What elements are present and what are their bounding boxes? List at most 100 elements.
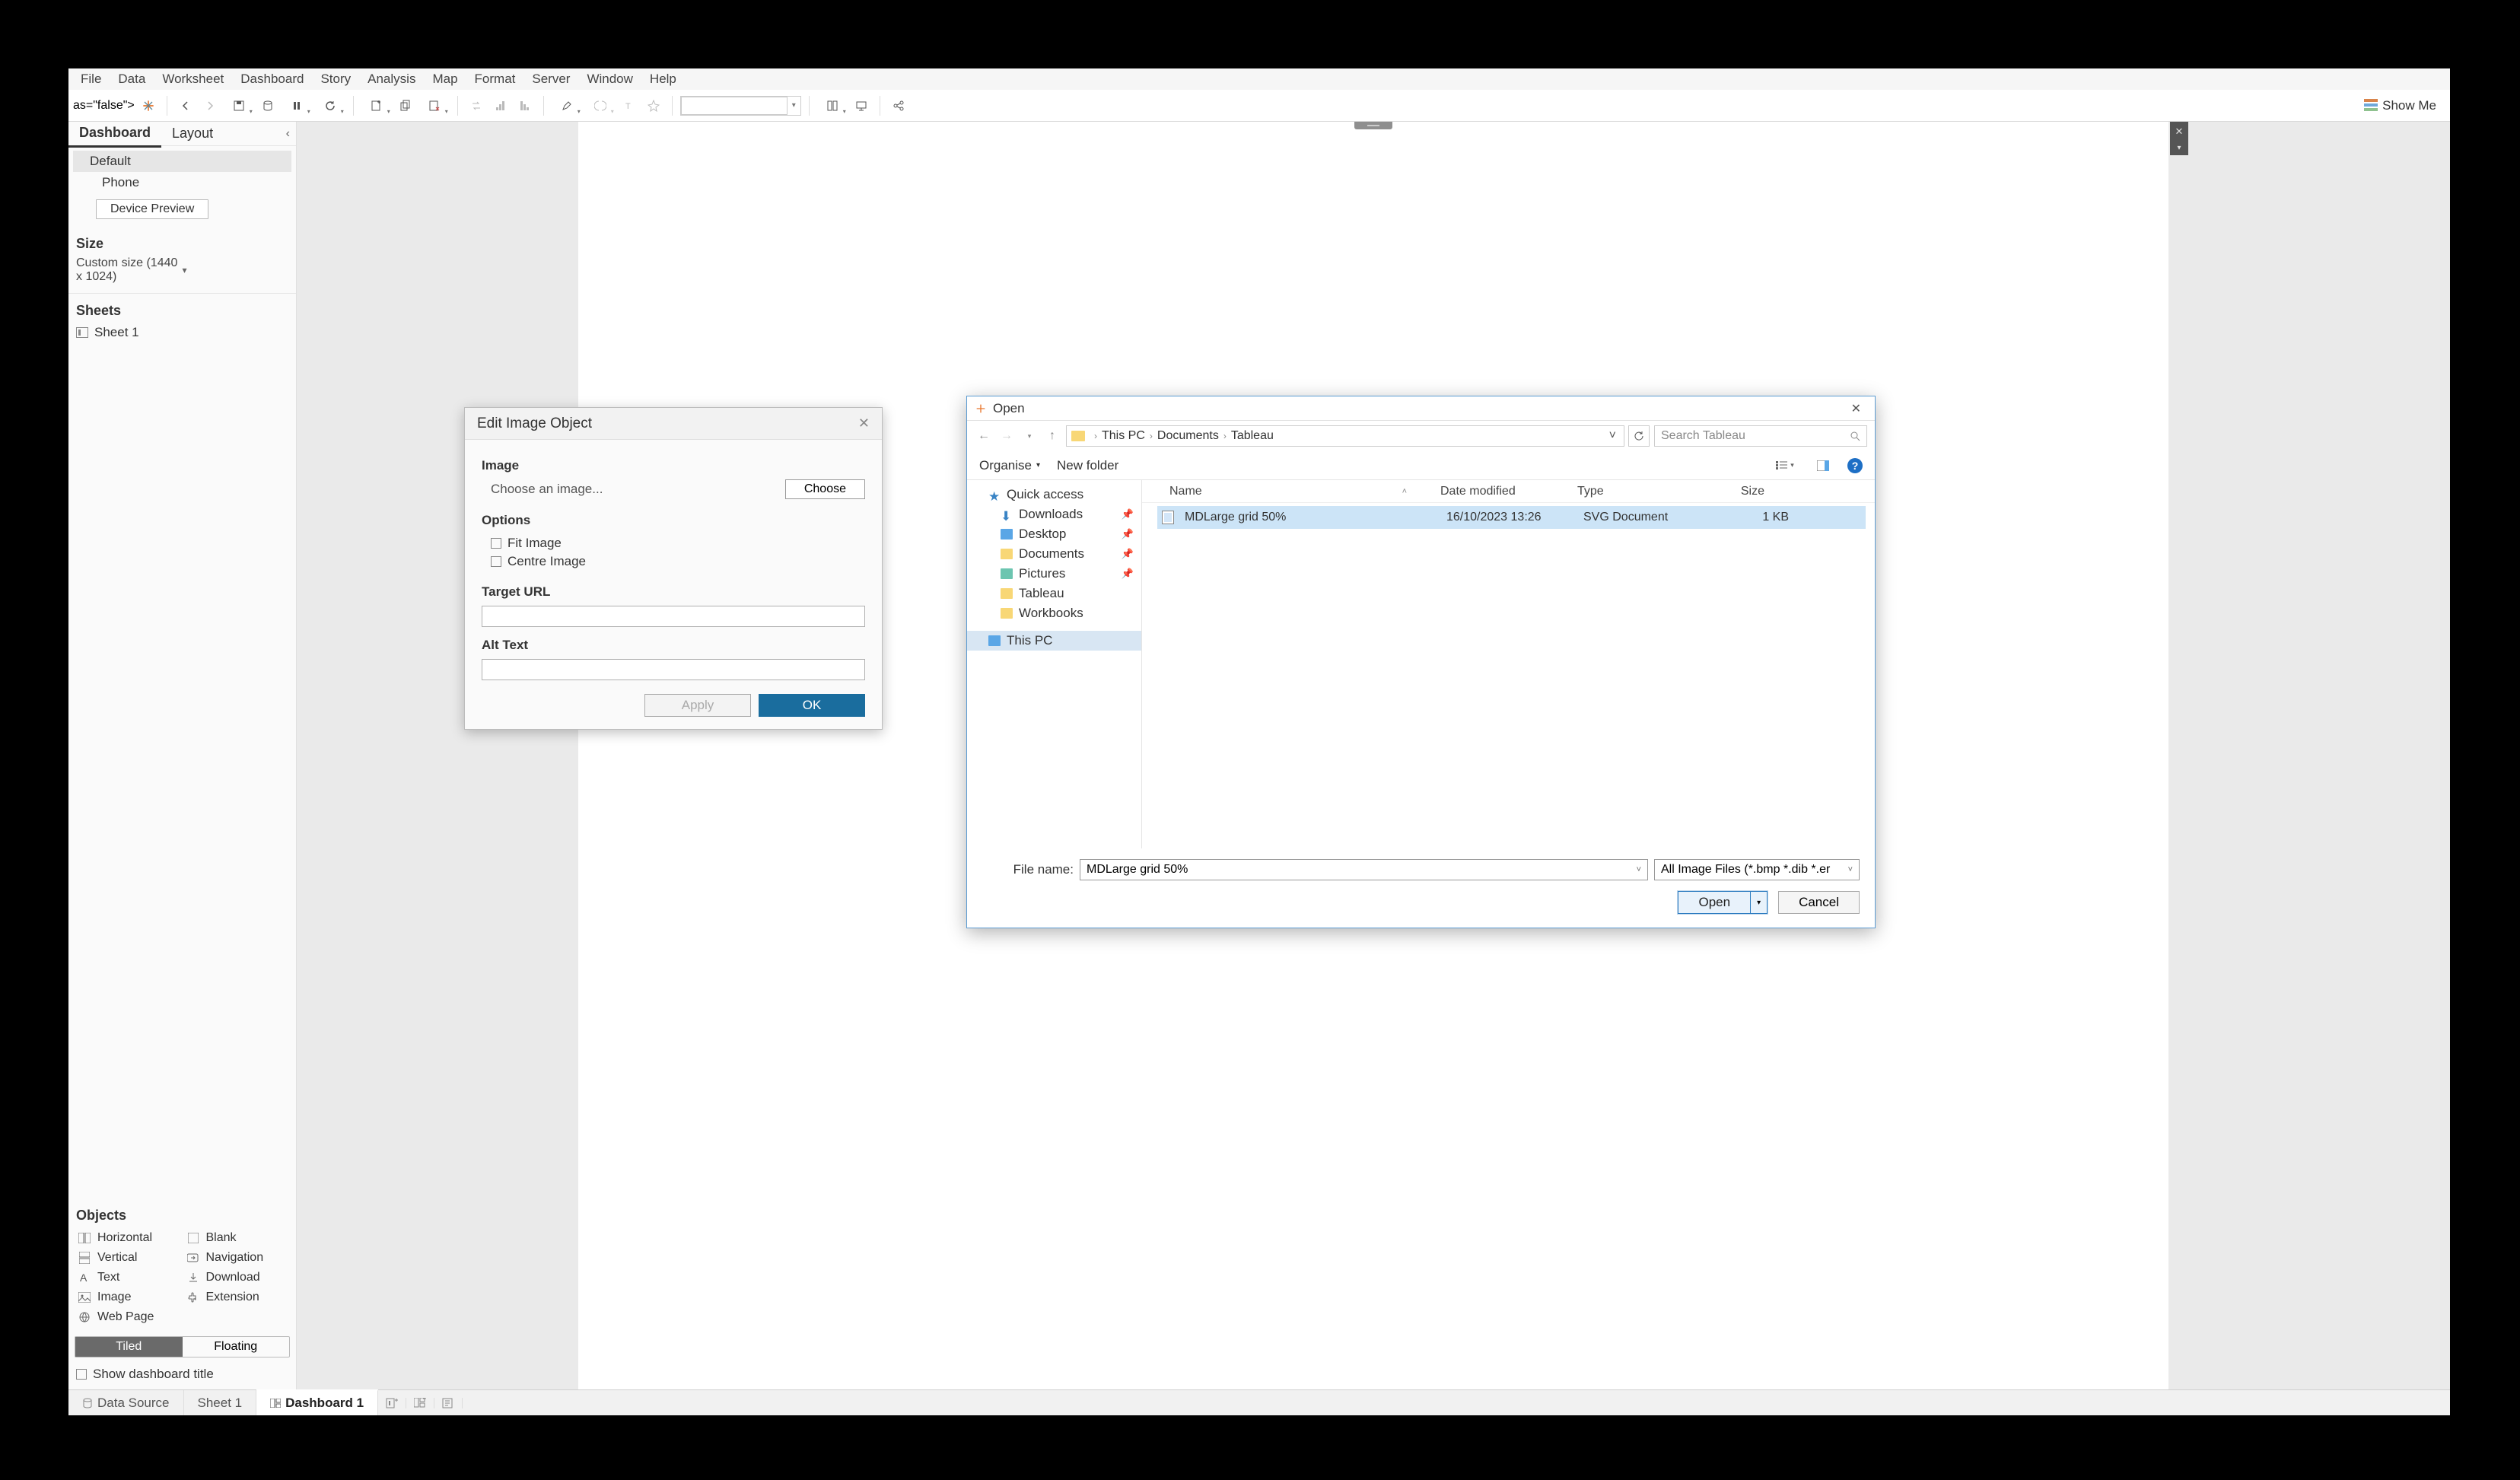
tree-this-pc[interactable]: This PC: [967, 631, 1141, 651]
fit-dropdown[interactable]: [681, 97, 788, 115]
centre-image-checkbox[interactable]: Centre Image: [482, 552, 865, 571]
device-phone[interactable]: Phone: [76, 172, 288, 193]
tree-downloads[interactable]: ⬇Downloads📌: [967, 504, 1141, 524]
refresh-button[interactable]: ▾: [315, 95, 345, 116]
menu-server[interactable]: Server: [524, 69, 578, 89]
tableau-logo-icon[interactable]: [138, 95, 159, 116]
show-title-checkbox[interactable]: Show dashboard title: [75, 1365, 290, 1383]
object-download[interactable]: Download: [185, 1269, 289, 1286]
nav-recent-button[interactable]: ▾: [1020, 427, 1039, 445]
clear-button[interactable]: ▾: [419, 95, 450, 116]
swap-button[interactable]: [466, 95, 487, 116]
pause-updates-button[interactable]: ▾: [282, 95, 312, 116]
view-mode-button[interactable]: ▾: [1771, 457, 1799, 475]
file-row[interactable]: MDLarge grid 50% 16/10/2023 13:26 SVG Do…: [1157, 506, 1866, 529]
help-button[interactable]: ?: [1847, 458, 1863, 473]
duplicate-button[interactable]: [395, 95, 416, 116]
tree-tableau[interactable]: Tableau: [967, 584, 1141, 603]
new-data-source-button[interactable]: [257, 95, 278, 116]
menu-analysis[interactable]: Analysis: [360, 69, 423, 89]
labels-button[interactable]: T: [619, 95, 640, 116]
breadcrumb-tableau[interactable]: Tableau: [1231, 429, 1274, 443]
nav-forward-button[interactable]: →: [998, 427, 1016, 445]
forward-button[interactable]: [199, 95, 221, 116]
tab-data-source[interactable]: Data Source: [68, 1390, 184, 1415]
new-folder-button[interactable]: New folder: [1057, 458, 1118, 473]
new-worksheet-button[interactable]: ▾: [361, 95, 392, 116]
edit-dialog-titlebar[interactable]: Edit Image Object ✕: [465, 408, 882, 440]
menu-story[interactable]: Story: [313, 69, 358, 89]
share-button[interactable]: [888, 95, 909, 116]
preview-pane-button[interactable]: [1809, 457, 1837, 475]
choose-button[interactable]: Choose: [785, 479, 865, 499]
sidebar-tab-layout[interactable]: Layout: [161, 122, 224, 146]
menu-dashboard[interactable]: Dashboard: [233, 69, 311, 89]
refresh-button[interactable]: [1628, 425, 1650, 447]
open-dialog-close-button[interactable]: ✕: [1845, 399, 1867, 418]
tree-pictures[interactable]: Pictures📌: [967, 564, 1141, 584]
tree-workbooks[interactable]: Workbooks: [967, 603, 1141, 623]
nav-up-button[interactable]: ↑: [1043, 427, 1061, 445]
sheet-item-1[interactable]: Sheet 1: [68, 322, 296, 343]
file-filter-dropdown[interactable]: All Image Files (*.bmp *.dib *.er˅: [1654, 859, 1860, 880]
new-story-tab-button[interactable]: [434, 1398, 463, 1408]
group-button[interactable]: ▾: [585, 95, 616, 116]
back-button[interactable]: [175, 95, 196, 116]
breadcrumb-documents[interactable]: Documents: [1157, 429, 1219, 443]
filename-input[interactable]: MDLarge grid 50%˅: [1080, 859, 1648, 880]
open-dialog-titlebar[interactable]: Open ✕: [967, 396, 1875, 421]
menu-worksheet[interactable]: Worksheet: [154, 69, 231, 89]
presentation-button[interactable]: [851, 95, 872, 116]
organise-button[interactable]: Organise▾: [979, 458, 1040, 473]
tiled-option[interactable]: Tiled: [75, 1337, 183, 1357]
menu-map[interactable]: Map: [425, 69, 465, 89]
alt-text-input[interactable]: [482, 659, 865, 680]
search-input[interactable]: Search Tableau: [1654, 425, 1867, 447]
sidebar-tab-dashboard[interactable]: Dashboard: [68, 122, 161, 148]
show-me-button[interactable]: Show Me: [2355, 98, 2445, 113]
object-text[interactable]: AText: [76, 1269, 180, 1286]
floating-option[interactable]: Floating: [183, 1337, 290, 1357]
object-extension[interactable]: Extension: [185, 1289, 289, 1306]
object-image[interactable]: Image: [76, 1289, 180, 1306]
tab-dashboard1[interactable]: Dashboard 1: [256, 1389, 378, 1415]
breadcrumb[interactable]: › This PC › Documents › Tableau ˅: [1066, 425, 1624, 447]
open-button-dropdown[interactable]: ▾: [1750, 892, 1767, 913]
new-dashboard-tab-button[interactable]: [406, 1398, 434, 1408]
object-vertical[interactable]: Vertical: [76, 1249, 180, 1266]
device-preview-button[interactable]: Device Preview: [96, 199, 208, 219]
layout-mode-toggle[interactable]: Tiled Floating: [75, 1336, 290, 1357]
new-worksheet-tab-button[interactable]: [378, 1398, 406, 1408]
show-cards-button[interactable]: ▾: [817, 95, 848, 116]
sort-asc-button[interactable]: [490, 95, 511, 116]
tab-sheet1[interactable]: Sheet 1: [184, 1390, 257, 1415]
menu-help[interactable]: Help: [642, 69, 684, 89]
cancel-button[interactable]: Cancel: [1778, 891, 1860, 914]
object-blank[interactable]: Blank: [185, 1230, 289, 1246]
file-list-header[interactable]: Name˄ Date modified Type Size: [1142, 480, 1875, 503]
pin-button[interactable]: [643, 95, 664, 116]
object-navigation[interactable]: Navigation: [185, 1249, 289, 1266]
canvas-drag-handle[interactable]: [1354, 122, 1392, 129]
size-dropdown[interactable]: Custom size (1440 x 1024)▾: [68, 255, 296, 290]
object-horizontal[interactable]: Horizontal: [76, 1230, 180, 1246]
sort-desc-button[interactable]: [514, 95, 536, 116]
sidebar-collapse-button[interactable]: ‹: [280, 127, 296, 141]
breadcrumb-this-pc[interactable]: This PC: [1102, 429, 1145, 443]
object-webpage[interactable]: Web Page: [76, 1309, 180, 1326]
device-default[interactable]: Default: [73, 151, 291, 172]
tree-desktop[interactable]: Desktop📌: [967, 524, 1141, 544]
apply-button[interactable]: Apply: [644, 694, 751, 717]
save-button[interactable]: ▾: [224, 95, 254, 116]
canvas-close-button[interactable]: ✕▾: [2170, 122, 2188, 155]
tree-quick-access[interactable]: ★Quick access: [967, 485, 1141, 504]
tree-documents[interactable]: Documents📌: [967, 544, 1141, 564]
edit-dialog-close-button[interactable]: ✕: [858, 415, 870, 431]
menu-window[interactable]: Window: [579, 69, 640, 89]
fit-image-checkbox[interactable]: Fit Image: [482, 534, 865, 552]
ok-button[interactable]: OK: [759, 694, 865, 717]
highlight-button[interactable]: ▾: [552, 95, 582, 116]
menu-file[interactable]: File: [73, 69, 109, 89]
menu-format[interactable]: Format: [467, 69, 523, 89]
menu-data[interactable]: Data: [110, 69, 153, 89]
